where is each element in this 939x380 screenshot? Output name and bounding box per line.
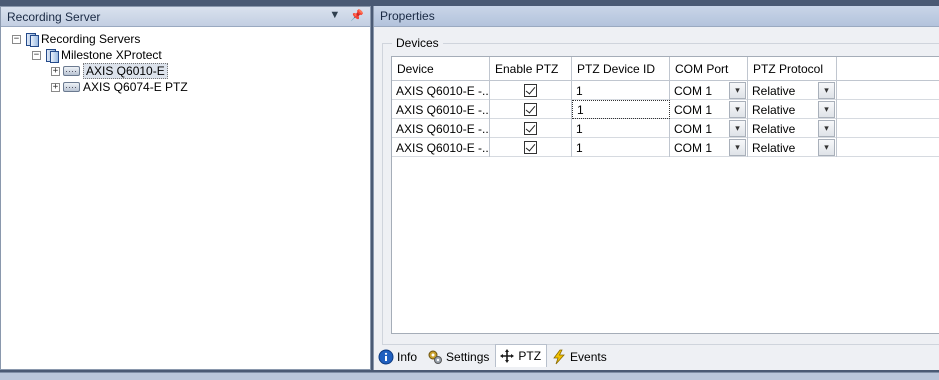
tab-ptz-label: PTZ xyxy=(518,349,542,363)
properties-tabs: Info Settings PTZ Events xyxy=(374,344,613,367)
recording-server-pane: Recording Server ▼ 📌 − Recording Servers… xyxy=(0,6,371,370)
info-icon xyxy=(378,349,394,365)
enable-ptz-cell[interactable] xyxy=(490,119,572,138)
enable-ptz-checkbox[interactable] xyxy=(524,103,537,116)
com-port-dropdown[interactable]: COM 1 ▾ xyxy=(670,100,748,119)
enable-ptz-checkbox[interactable] xyxy=(524,84,537,97)
grid-header: Device Enable PTZ PTZ Device ID COM Port… xyxy=(392,57,939,81)
devices-grid[interactable]: Device Enable PTZ PTZ Device ID COM Port… xyxy=(391,56,939,334)
tree-node-label: AXIS Q6010-E xyxy=(83,63,168,79)
column-header-enable-ptz[interactable]: Enable PTZ xyxy=(490,57,572,80)
chevron-down-icon[interactable]: ▾ xyxy=(729,120,746,137)
tree-node-label: AXIS Q6074-E PTZ xyxy=(83,80,188,94)
devices-groupbox: Devices Device Enable PTZ PTZ Device ID … xyxy=(382,36,939,345)
ptz-protocol-value: Relative xyxy=(752,102,796,117)
column-header-ptz-device-id[interactable]: PTZ Device ID xyxy=(572,57,670,80)
camera-icon xyxy=(63,66,80,76)
expand-icon[interactable]: + xyxy=(51,66,60,76)
tree-node-recording-servers[interactable]: − Recording Servers xyxy=(1,31,370,47)
enable-ptz-cell[interactable] xyxy=(490,138,572,157)
tree-node-label: Milestone XProtect xyxy=(61,48,162,62)
tree-node-label: Recording Servers xyxy=(41,32,141,46)
ptz-device-id-cell[interactable]: 1 xyxy=(572,81,670,100)
table-row[interactable]: AXIS Q6010-E -... 1 COM 1 ▾ Relative ▾ xyxy=(392,138,939,157)
column-header-com-port[interactable]: COM Port xyxy=(670,57,748,80)
properties-title: Properties xyxy=(380,9,435,23)
ptz-device-id-cell[interactable]: 1 xyxy=(572,100,670,119)
chevron-down-icon[interactable]: ▾ xyxy=(818,101,835,118)
collapse-icon[interactable]: − xyxy=(12,34,21,44)
enable-ptz-checkbox[interactable] xyxy=(524,122,537,135)
enable-ptz-cell[interactable] xyxy=(490,100,572,119)
chevron-down-icon[interactable]: ▾ xyxy=(818,120,835,137)
com-port-value: COM 1 xyxy=(674,121,713,136)
tab-events[interactable]: Events xyxy=(547,346,613,367)
server-tree[interactable]: − Recording Servers − Milestone XProtect… xyxy=(1,27,370,95)
properties-pane: Properties Devices Device Enable PTZ PTZ… xyxy=(373,6,939,370)
ptz-protocol-value: Relative xyxy=(752,83,796,98)
device-cell[interactable]: AXIS Q6010-E -... xyxy=(392,81,490,100)
com-port-dropdown[interactable]: COM 1 ▾ xyxy=(670,138,748,157)
tree-node-camera[interactable]: + AXIS Q6010-E xyxy=(1,63,370,79)
recording-server-header: Recording Server ▼ 📌 xyxy=(1,7,370,27)
events-lightning-icon xyxy=(551,349,567,365)
bottom-panel-strip xyxy=(0,372,939,380)
ptz-protocol-value: Relative xyxy=(752,140,796,155)
servers-icon xyxy=(24,32,39,47)
tab-settings-label: Settings xyxy=(446,349,490,364)
enable-ptz-checkbox[interactable] xyxy=(524,141,537,154)
table-row[interactable]: AXIS Q6010-E -... 1 COM 1 ▾ Relative ▾ xyxy=(392,100,939,119)
properties-header: Properties xyxy=(374,6,939,27)
table-row[interactable]: AXIS Q6010-E -... 1 COM 1 ▾ Relative ▾ xyxy=(392,81,939,100)
tab-events-label: Events xyxy=(570,349,607,364)
table-row[interactable]: AXIS Q6010-E -... 1 COM 1 ▾ Relative ▾ xyxy=(392,119,939,138)
tab-info-label: Info xyxy=(397,349,418,364)
ptz-protocol-dropdown[interactable]: Relative ▾ xyxy=(748,100,837,119)
collapse-icon[interactable]: − xyxy=(32,50,41,60)
expand-icon[interactable]: + xyxy=(51,82,60,92)
pin-icon[interactable]: 📌 xyxy=(350,9,364,22)
tab-settings[interactable]: Settings xyxy=(423,346,495,367)
devices-group-label: Devices xyxy=(392,36,443,50)
chevron-down-icon[interactable]: ▾ xyxy=(729,139,746,156)
camera-icon xyxy=(63,82,80,92)
ptz-protocol-dropdown[interactable]: Relative ▾ xyxy=(748,138,837,157)
chevron-down-icon[interactable]: ▾ xyxy=(818,82,835,99)
tab-info[interactable]: Info xyxy=(374,346,423,367)
ptz-move-icon xyxy=(499,348,515,364)
ptz-protocol-dropdown[interactable]: Relative ▾ xyxy=(748,81,837,100)
tree-node-milestone-xprotect[interactable]: − Milestone XProtect xyxy=(1,47,370,63)
grid-header-filler xyxy=(837,57,939,80)
com-port-value: COM 1 xyxy=(674,140,713,155)
device-cell[interactable]: AXIS Q6010-E -... xyxy=(392,138,490,157)
enable-ptz-cell[interactable] xyxy=(490,81,572,100)
ptz-device-id-cell[interactable]: 1 xyxy=(572,138,670,157)
com-port-value: COM 1 xyxy=(674,102,713,117)
column-header-device[interactable]: Device xyxy=(392,57,490,80)
com-port-value: COM 1 xyxy=(674,83,713,98)
column-header-ptz-protocol[interactable]: PTZ Protocol xyxy=(748,57,837,80)
chevron-down-icon[interactable]: ▾ xyxy=(818,139,835,156)
tab-ptz[interactable]: PTZ xyxy=(495,344,548,367)
ptz-device-id-cell[interactable]: 1 xyxy=(572,119,670,138)
ptz-protocol-value: Relative xyxy=(752,121,796,136)
com-port-dropdown[interactable]: COM 1 ▾ xyxy=(670,81,748,100)
ptz-protocol-dropdown[interactable]: Relative ▾ xyxy=(748,119,837,138)
chevron-down-icon[interactable]: ▾ xyxy=(729,101,746,118)
settings-icon xyxy=(427,349,443,365)
server-icon xyxy=(44,48,59,63)
device-cell[interactable]: AXIS Q6010-E -... xyxy=(392,119,490,138)
chevron-down-icon[interactable]: ▾ xyxy=(729,82,746,99)
tree-node-camera[interactable]: + AXIS Q6074-E PTZ xyxy=(1,79,370,95)
chevron-down-icon[interactable]: ▼ xyxy=(329,9,340,22)
recording-server-title: Recording Server xyxy=(7,9,101,24)
com-port-dropdown[interactable]: COM 1 ▾ xyxy=(670,119,748,138)
device-cell[interactable]: AXIS Q6010-E -... xyxy=(392,100,490,119)
